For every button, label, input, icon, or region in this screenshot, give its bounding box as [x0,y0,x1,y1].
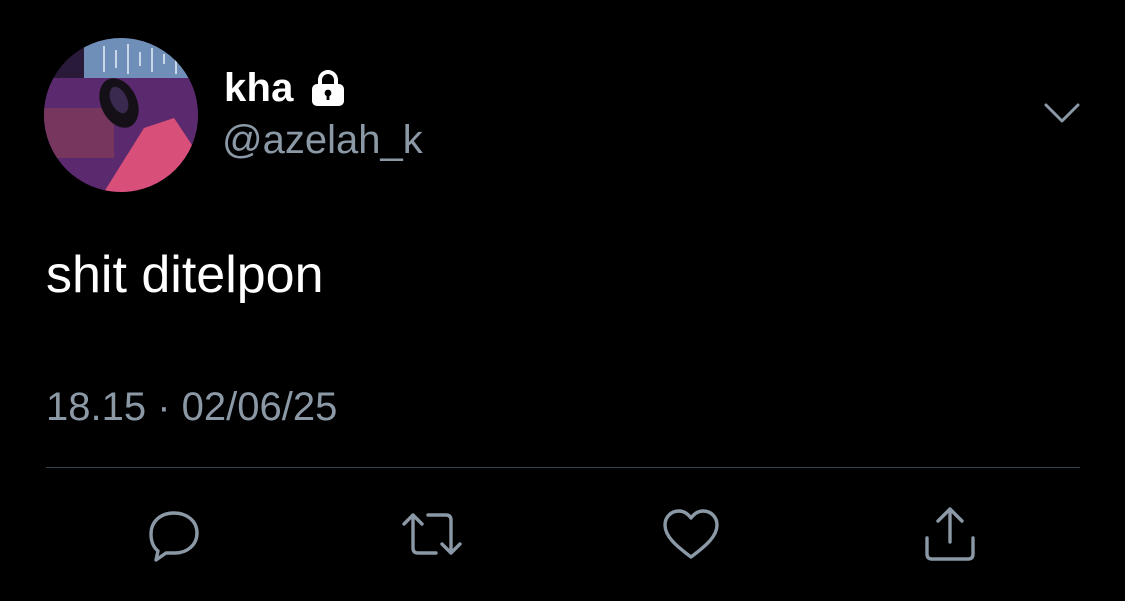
tweet-card: kha @azelah_k shit ditelpon 18.15 · 02/0… [0,0,1125,601]
share-icon [920,504,980,564]
user-handle[interactable]: @azelah_k [222,118,423,163]
lock-icon [308,68,348,108]
divider [46,467,1080,468]
reply-icon [144,504,204,564]
tweet-timestamp[interactable]: 18.15 · 02/06/25 [46,385,337,430]
retweet-button[interactable] [402,504,462,564]
retweet-icon [402,504,462,564]
display-name[interactable]: kha [224,66,294,111]
chevron-down-icon[interactable] [1042,96,1082,130]
avatar-image [44,38,198,192]
avatar[interactable] [44,38,198,192]
like-button[interactable] [661,504,721,564]
reply-button[interactable] [144,504,204,564]
heart-icon [661,504,721,564]
tweet-text: shit ditelpon [46,246,324,304]
share-button[interactable] [920,504,980,564]
author-name-row: kha [224,64,348,112]
